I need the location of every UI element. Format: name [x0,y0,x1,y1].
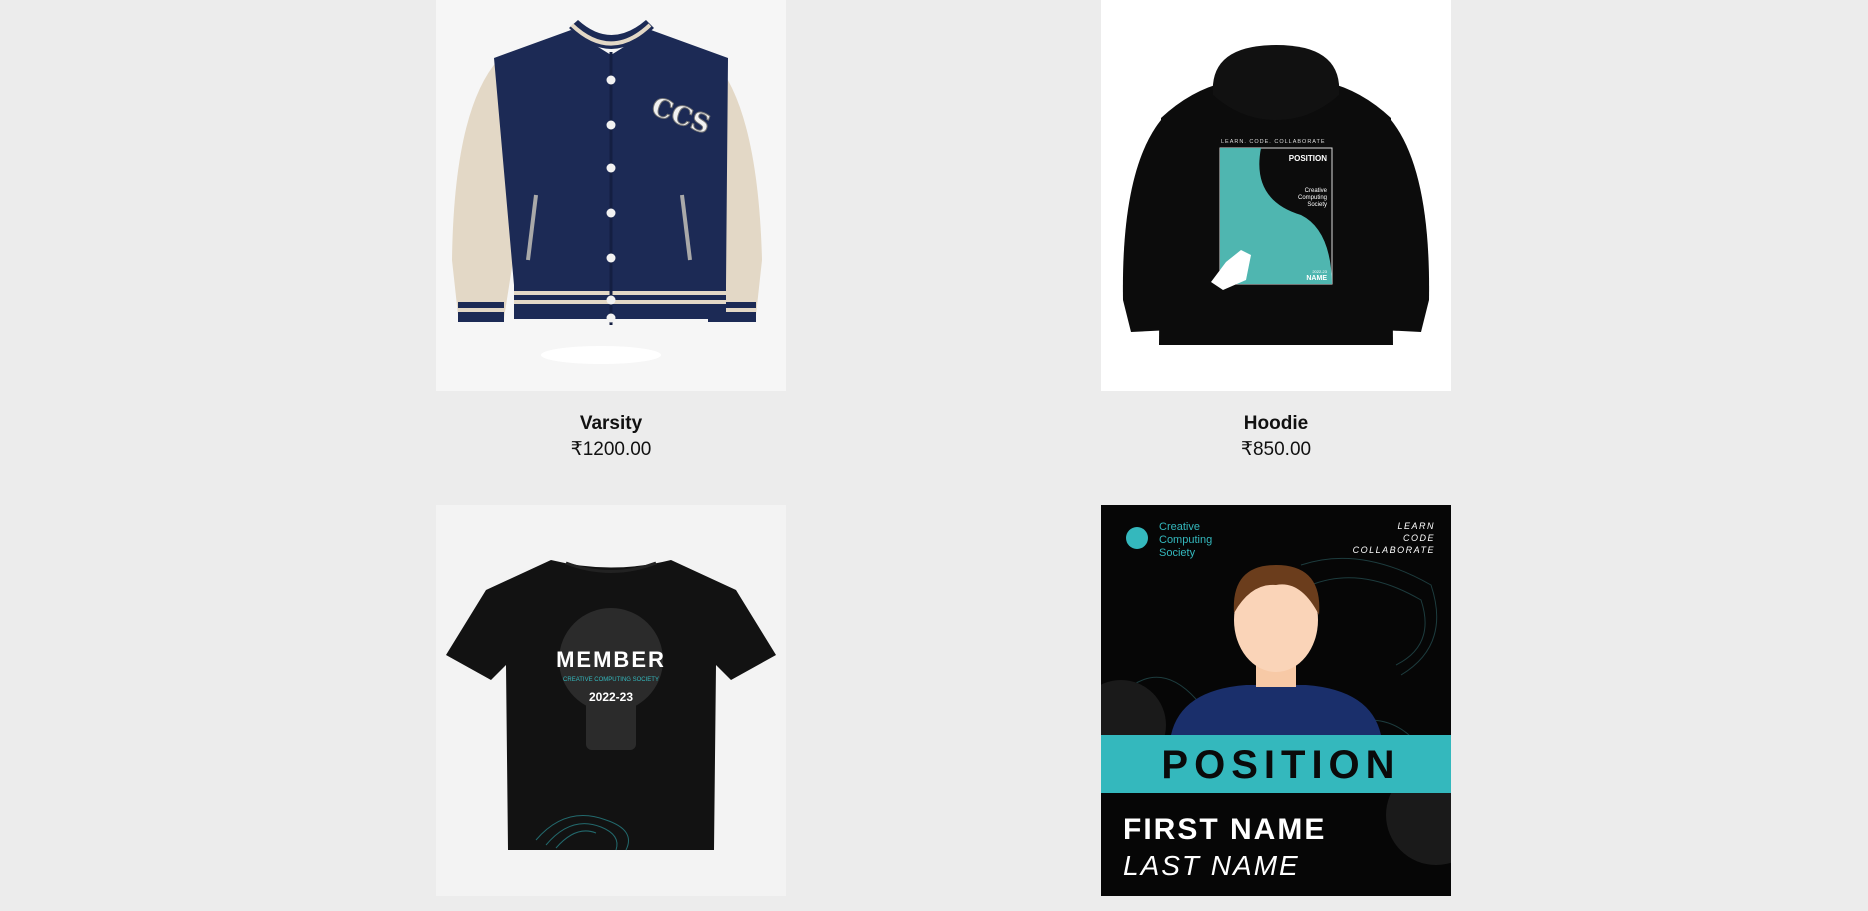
id-position-text: POSITION [1161,743,1400,787]
svg-text:COLLABORATE: COLLABORATE [1353,545,1435,555]
product-card-varsity[interactable]: CCS Varsity ₹1200.00 [436,0,786,461]
product-image-tshirt[interactable]: MEMBER CREATIVE COMPUTING SOCIETY 2022-2… [436,505,786,896]
tshirt-illustration: MEMBER CREATIVE COMPUTING SOCIETY 2022-2… [446,560,776,851]
svg-text:Society: Society [1307,202,1327,208]
product-image-hoodie[interactable]: LEARN. CODE. COLLABORATE POSITION Creati… [1101,0,1451,391]
hoodie-tagline: LEARN. CODE. COLLABORATE [1221,139,1326,145]
svg-text:CODE: CODE [1403,533,1435,543]
svg-text:Society: Society [1159,547,1196,559]
svg-text:Creative: Creative [1159,521,1200,533]
svg-text:2022-23: 2022-23 [1312,269,1327,274]
id-last-name: LAST NAME [1123,850,1300,881]
varsity-jacket-illustration: CCS [452,20,762,364]
svg-text:2022-23: 2022-23 [589,690,633,704]
svg-text:LEARN: LEARN [1397,521,1435,531]
hoodie-illustration: LEARN. CODE. COLLABORATE POSITION Creati… [1122,45,1430,345]
product-name[interactable]: Varsity [436,413,786,435]
product-card-id[interactable]: Creative Computing Society LEARN CODE CO… [1101,505,1451,896]
product-card-tshirt[interactable]: MEMBER CREATIVE COMPUTING SOCIETY 2022-2… [436,505,786,896]
product-price: ₹850.00 [1240,439,1312,460]
id-card-illustration: Creative Computing Society LEARN CODE CO… [1101,505,1451,896]
svg-text:Computing: Computing [1159,534,1212,546]
id-first-name: FIRST NAME [1123,813,1326,846]
product-price: ₹1200.00 [570,439,652,460]
svg-text:Computing: Computing [1298,195,1327,201]
hoodie-name-print: NAME [1306,275,1327,282]
tee-member-text: MEMBER [556,647,666,672]
hoodie-position: POSITION [1289,154,1327,163]
product-image-varsity[interactable]: CCS [436,0,786,391]
product-card-hoodie[interactable]: LEARN. CODE. COLLABORATE POSITION Creati… [1101,0,1451,461]
svg-text:Creative: Creative [1305,188,1328,194]
svg-text:CREATIVE COMPUTING SOCIETY: CREATIVE COMPUTING SOCIETY [563,677,659,683]
product-name[interactable]: Hoodie [1101,413,1451,435]
product-image-id[interactable]: Creative Computing Society LEARN CODE CO… [1101,505,1451,896]
